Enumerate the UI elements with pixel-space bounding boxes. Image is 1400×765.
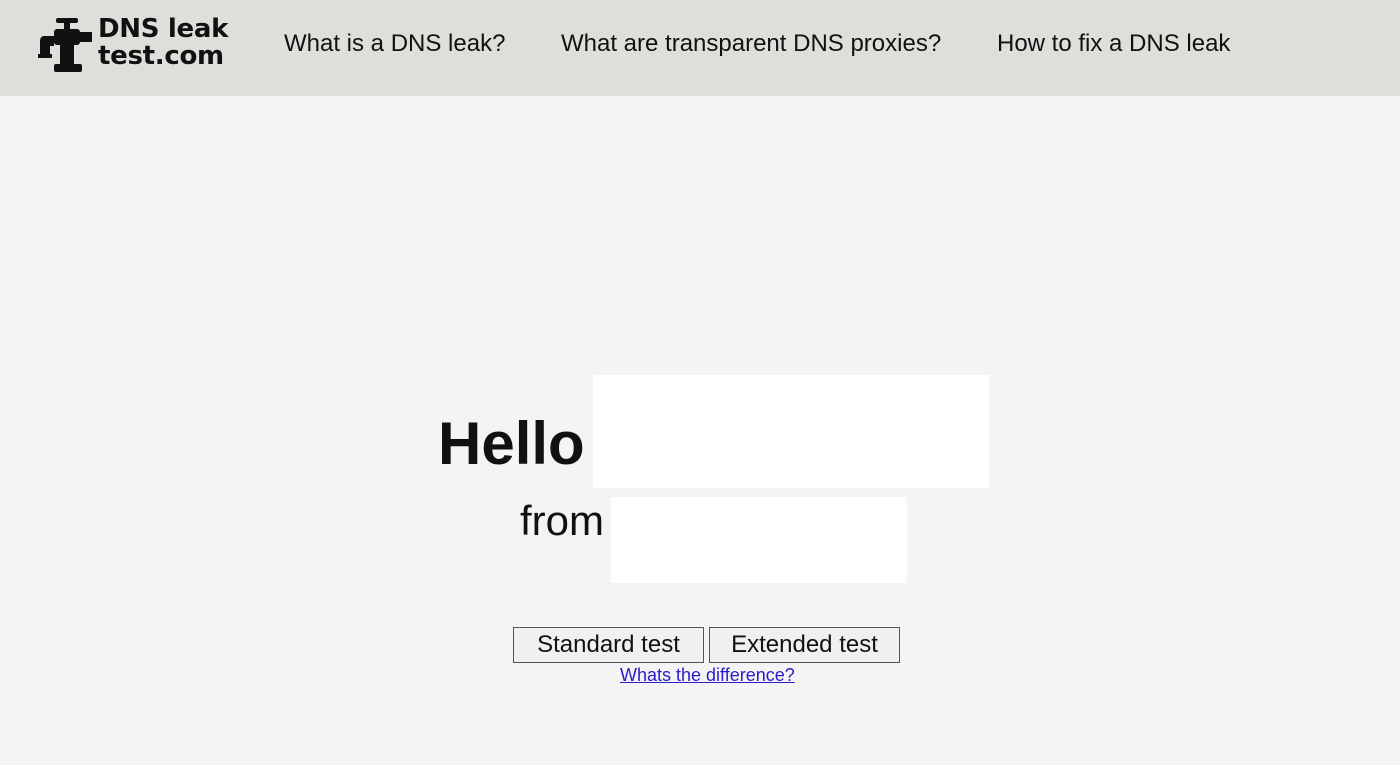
standard-test-button[interactable]: Standard test xyxy=(513,627,704,663)
site-header: DNS leak test.com What is a DNS leak? Wh… xyxy=(0,0,1400,96)
nav-how-to-fix[interactable]: How to fix a DNS leak xyxy=(997,30,1230,58)
logo-text: DNS leak test.com xyxy=(98,16,228,70)
site-logo[interactable]: DNS leak test.com xyxy=(38,14,228,76)
greeting-heading: Hello xyxy=(438,410,585,477)
location-box xyxy=(611,497,907,583)
ip-address-box xyxy=(593,375,989,488)
nav-transparent-dns-proxies[interactable]: What are transparent DNS proxies? xyxy=(561,30,941,58)
from-label: from xyxy=(520,497,604,544)
tap-icon xyxy=(38,18,92,72)
logo-line2: test.com xyxy=(98,41,224,71)
logo-line1: DNS leak xyxy=(98,14,229,44)
difference-link[interactable]: Whats the difference? xyxy=(620,665,795,686)
nav-what-is-dns-leak[interactable]: What is a DNS leak? xyxy=(284,30,505,58)
extended-test-button[interactable]: Extended test xyxy=(709,627,900,663)
